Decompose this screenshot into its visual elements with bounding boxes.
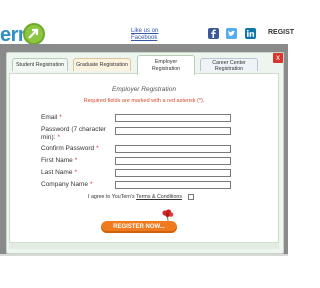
tab-label-line1: Career Center bbox=[212, 59, 246, 66]
logo-arrow-icon bbox=[23, 23, 45, 45]
last-name-field[interactable] bbox=[115, 169, 231, 177]
password-label-line2: min): bbox=[41, 133, 56, 141]
required-star: * bbox=[96, 145, 99, 152]
last-name-label-text: Last Name bbox=[41, 169, 73, 176]
linkedin-icon[interactable] bbox=[245, 28, 256, 39]
password-label: Password (7 character min): * bbox=[41, 126, 106, 141]
company-name-label-text: Company Name bbox=[41, 181, 88, 188]
required-star: * bbox=[74, 157, 78, 164]
confirm-password-label-text: Confirm Password bbox=[41, 145, 95, 152]
flower-icon bbox=[162, 209, 174, 222]
company-name-label: Company Name * bbox=[41, 181, 93, 189]
tab-student-registration[interactable]: Student Registration bbox=[12, 58, 68, 71]
email-field[interactable] bbox=[115, 114, 231, 122]
terms-conditions-link[interactable]: Terms & Conditions bbox=[136, 194, 182, 200]
required-star: * bbox=[89, 181, 93, 188]
first-name-field[interactable] bbox=[115, 157, 231, 165]
password-field[interactable] bbox=[115, 127, 231, 135]
email-label: Email * bbox=[41, 114, 62, 122]
agree-text: I agree to YouTern's bbox=[88, 194, 135, 200]
tab-career-center-registration[interactable]: Career Center Registration bbox=[200, 58, 258, 72]
facebook-icon[interactable] bbox=[208, 28, 219, 39]
tab-label-line2: Registration bbox=[151, 65, 181, 72]
tab-employer-registration[interactable]: Employer Registration bbox=[137, 55, 195, 75]
twitter-icon[interactable] bbox=[226, 28, 237, 39]
fb-like-line2: Facebook bbox=[131, 35, 158, 41]
register-now-button[interactable]: REGISTER NOW... bbox=[101, 221, 177, 233]
fb-like-line1: Like us on bbox=[131, 28, 159, 34]
tab-label-line2: Registration bbox=[214, 66, 244, 72]
panel-footer-strip bbox=[9, 243, 279, 249]
confirm-password-label: Confirm Password * bbox=[41, 145, 99, 153]
required-star: * bbox=[59, 114, 62, 121]
facebook-like-link[interactable]: Like us on Facebook bbox=[131, 28, 158, 42]
required-star: * bbox=[74, 169, 77, 176]
required-star: * bbox=[57, 133, 60, 141]
required-fields-note: Required fields are marked with a red as… bbox=[83, 98, 205, 104]
password-label-line1: Password (7 character bbox=[41, 126, 107, 133]
first-name-label-text: First Name bbox=[41, 157, 73, 164]
close-icon[interactable]: x bbox=[273, 53, 283, 63]
company-name-field[interactable] bbox=[115, 181, 231, 189]
tab-label-line1: Employer bbox=[154, 59, 178, 65]
terms-agreement-row: I agree to YouTern's Terms & Conditions bbox=[88, 194, 182, 200]
site-header: erm Like us on Facebook REGIST bbox=[0, 0, 294, 46]
form-title: Employer Registration bbox=[112, 86, 176, 93]
page-footer-area bbox=[0, 256, 288, 288]
email-label-text: Email bbox=[41, 114, 58, 121]
register-header-link[interactable]: REGIST bbox=[268, 29, 294, 36]
first-name-label: First Name * bbox=[41, 157, 77, 165]
last-name-label: Last Name * bbox=[41, 169, 77, 177]
terms-checkbox[interactable] bbox=[188, 194, 194, 200]
confirm-password-field[interactable] bbox=[115, 145, 231, 153]
tab-graduate-registration[interactable]: Graduate Registration bbox=[73, 58, 131, 71]
